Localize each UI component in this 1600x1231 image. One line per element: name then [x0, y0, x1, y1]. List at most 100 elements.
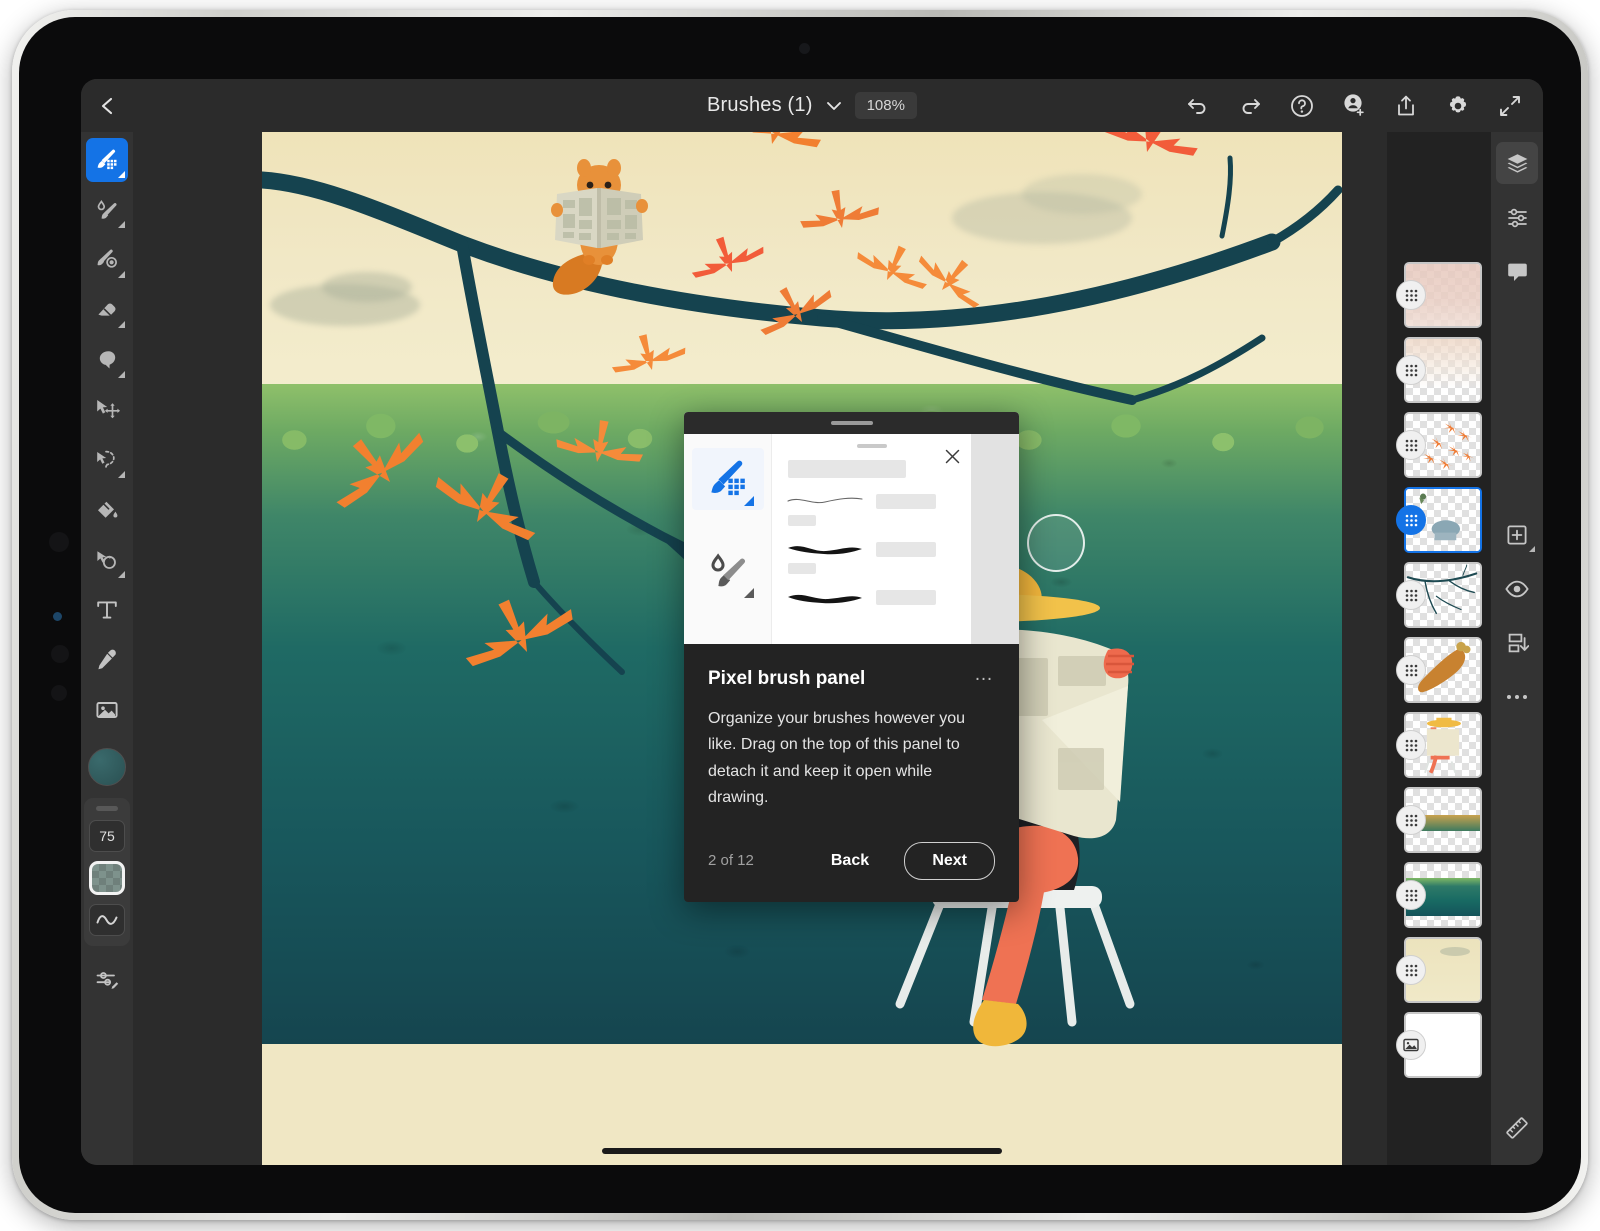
grid-dots-icon [1405, 439, 1417, 451]
back-button[interactable] [81, 79, 133, 132]
tool-vector-brush[interactable] [86, 238, 128, 282]
pixel-brush-icon [97, 149, 117, 170]
settings-button[interactable] [1441, 89, 1475, 123]
grid-dots-icon [1405, 964, 1417, 976]
layer-row[interactable] [1396, 1012, 1482, 1078]
coachmark-back-button[interactable]: Back [831, 852, 869, 870]
brush-list-item[interactable] [786, 540, 957, 558]
bold-tapered-stroke-icon [788, 594, 862, 604]
tool-flyout-indicator [118, 321, 125, 328]
layer-row[interactable] [1396, 262, 1482, 328]
shape-rotate-icon [97, 551, 116, 569]
merge-down-button[interactable] [1496, 622, 1538, 664]
layer-row[interactable] [1396, 712, 1482, 778]
add-person-icon [1344, 93, 1364, 116]
layer-visibility-button[interactable] [1496, 568, 1538, 610]
brush-search-placeholder[interactable] [788, 460, 906, 478]
preview-pixel-brush-category[interactable] [691, 448, 764, 510]
merge-down-icon [1508, 633, 1529, 653]
grid-dots-icon [1405, 514, 1417, 526]
undo-icon [1188, 98, 1206, 114]
layers-panel-toggle[interactable] [1496, 142, 1538, 184]
coachmark-next-button[interactable]: Next [904, 841, 995, 880]
wave-icon [96, 915, 118, 925]
layer-row[interactable] [1396, 562, 1482, 628]
zoom-level-badge[interactable]: 108% [854, 92, 917, 119]
smoothing-toggle[interactable] [89, 904, 125, 936]
canvas-area[interactable]: Pixel brush panel … Organize your brushe… [133, 132, 1543, 1165]
grid-dots-icon [1405, 289, 1417, 301]
transform-move-icon [97, 400, 120, 419]
layer-row[interactable] [1396, 337, 1482, 403]
category-flyout-indicator [743, 588, 754, 598]
tool-flyout-indicator [118, 171, 125, 178]
more-dots-icon[interactable]: … [974, 665, 995, 684]
layer-row[interactable] [1396, 937, 1482, 1003]
image-badge[interactable] [1396, 1030, 1426, 1060]
tool-text[interactable] [86, 588, 128, 632]
text-t-icon [97, 601, 117, 619]
brush-cursor [1027, 514, 1085, 572]
preview-live-brush-category[interactable] [692, 540, 764, 602]
chevron-down-icon[interactable] [826, 101, 842, 111]
tool-flyout-indicator [118, 271, 125, 278]
list-drag-handle[interactable] [856, 444, 887, 448]
tool-fill[interactable] [86, 488, 128, 532]
layer-row[interactable] [1396, 412, 1482, 478]
grid-badge[interactable] [1396, 280, 1426, 310]
grid-badge[interactable] [1396, 505, 1426, 535]
brush-list-item[interactable] [786, 492, 957, 510]
grid-badge[interactable] [1396, 805, 1426, 835]
coachmark-heading-row: Pixel brush panel … [708, 665, 995, 690]
share-button[interactable] [1389, 89, 1423, 123]
brush-settings-button[interactable] [86, 960, 128, 1000]
grid-badge[interactable] [1396, 580, 1426, 610]
drag-handle[interactable] [96, 806, 118, 811]
grid-badge[interactable] [1396, 655, 1426, 685]
grid-badge[interactable] [1396, 955, 1426, 985]
redo-button[interactable] [1233, 89, 1267, 123]
ruler-button[interactable] [1496, 1107, 1538, 1149]
layer-row[interactable] [1396, 862, 1482, 928]
tool-eraser[interactable] [86, 288, 128, 332]
tool-eyedropper[interactable] [86, 638, 128, 682]
page-title[interactable]: Brushes (1) [707, 94, 813, 117]
tool-live-brush[interactable] [86, 188, 128, 232]
opacity-swatch[interactable] [89, 861, 125, 895]
ipad-bezel: Brushes (1) 108% 75 Pixel brush panel … … [19, 17, 1581, 1213]
layer-row[interactable] [1396, 487, 1482, 553]
layer-row[interactable] [1396, 787, 1482, 853]
grid-badge[interactable] [1396, 730, 1426, 760]
layer-row[interactable] [1396, 637, 1482, 703]
tool-pixel-brush[interactable] [86, 138, 128, 182]
brush-size-value[interactable]: 75 [89, 820, 125, 852]
help-button[interactable] [1285, 89, 1319, 123]
tool-transform[interactable] [86, 388, 128, 432]
coachmark-footer: 2 of 12 Back Next [708, 841, 995, 880]
close-icon[interactable] [944, 448, 961, 470]
tool-selection[interactable] [86, 438, 128, 482]
expand-arrows-icon [1500, 95, 1520, 116]
grid-badge[interactable] [1396, 355, 1426, 385]
undo-button[interactable] [1181, 89, 1215, 123]
grid-dots-icon [1405, 739, 1417, 751]
color-swatch[interactable] [88, 748, 126, 786]
add-layer-button[interactable] [1496, 514, 1538, 556]
grid-dots-icon [1405, 364, 1417, 376]
grid-badge[interactable] [1396, 430, 1426, 460]
drag-handle[interactable] [830, 421, 873, 425]
image-icon [1403, 1038, 1419, 1052]
tool-smudge[interactable] [86, 338, 128, 382]
tool-shape[interactable] [86, 538, 128, 582]
tool-place-image[interactable] [86, 688, 128, 732]
invite-button[interactable] [1337, 89, 1371, 123]
live-brush-icon [97, 200, 117, 219]
fullscreen-button[interactable] [1493, 89, 1527, 123]
coachmark-drag-bar[interactable] [684, 412, 1019, 434]
comments-button[interactable] [1496, 250, 1538, 292]
more-options-button[interactable] [1496, 676, 1538, 718]
grid-badge[interactable] [1396, 880, 1426, 910]
layer-properties-button[interactable] [1496, 196, 1538, 238]
brush-list-item[interactable] [786, 588, 957, 606]
microphone-icon [51, 685, 67, 701]
